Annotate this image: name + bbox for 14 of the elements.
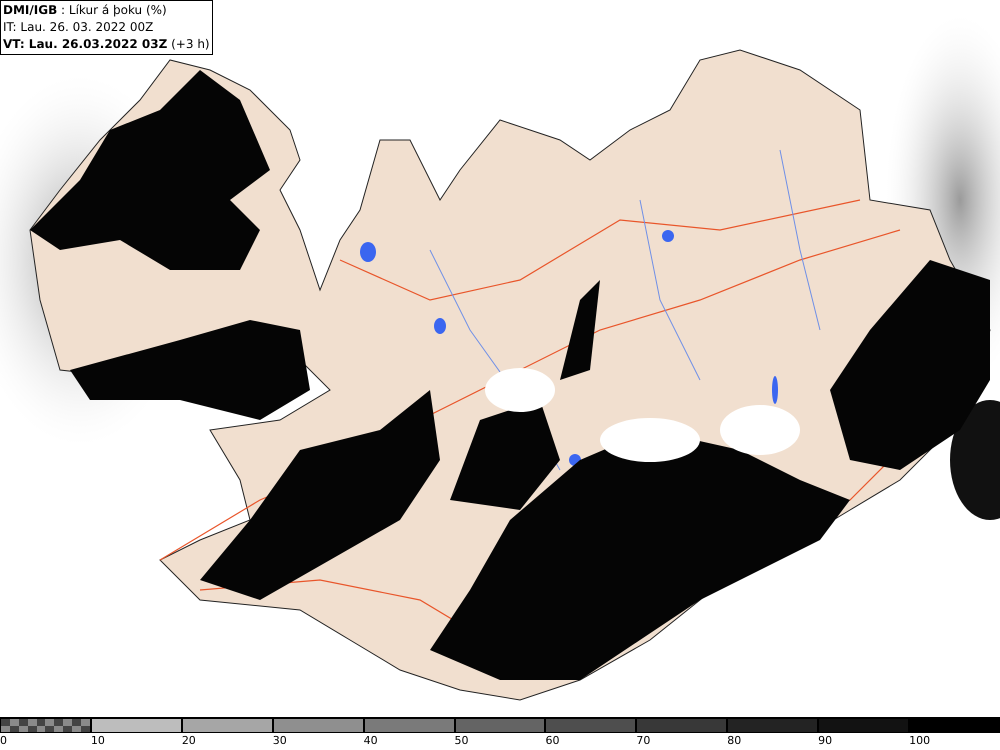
legend-label: 80 [727,733,742,749]
info-text: VT: Lau. 26.03.2022 03Z (+3 h) [3,36,210,53]
legend-label: 20 [182,733,197,749]
legend-label: 50 [454,733,470,749]
legend-label: 100 [909,733,932,749]
legend-label: 90 [818,733,834,749]
info-text: IT: Lau. 26. 03. 2022 00Z [3,19,154,36]
legend-label: 70 [636,733,652,749]
legend-label: 0 [0,733,8,749]
legend-label: 30 [272,733,288,749]
legend-label: 60 [545,733,560,749]
legend-label: 40 [364,733,379,749]
legend-label: 10 [90,733,106,749]
info-text: DMI/IGB : Líkur á þoku (%) [3,2,168,19]
